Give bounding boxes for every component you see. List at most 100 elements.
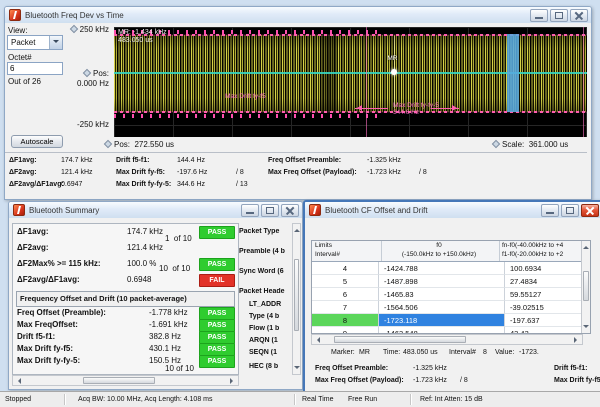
view-dropdown[interactable]: Packet xyxy=(7,35,63,50)
max-drift-annotation-2: Max Drift fy-fy-5 344.6 Hz xyxy=(393,101,439,117)
cell-fn-f0: 43.43 xyxy=(505,327,582,333)
readout-value: -1.723 kHz xyxy=(413,377,447,384)
axis-marker-icon[interactable] xyxy=(103,139,113,149)
freq-dev-graph[interactable]: MR: -1.434 kHz 483.050 us Max Drift fy-f… xyxy=(114,27,587,137)
freq-dev-titlebar[interactable]: Bluetooth Freq Dev vs Time xyxy=(5,7,591,24)
table-vertical-scrollbar[interactable] xyxy=(581,241,590,333)
readout-value: 144.4 Hz xyxy=(177,157,206,164)
minimize-button[interactable] xyxy=(241,204,259,217)
close-button[interactable] xyxy=(281,204,299,217)
metric-value: -1.778 kHz xyxy=(149,308,188,317)
scrollbar-thumb[interactable] xyxy=(294,259,299,331)
cell-interval: 9 xyxy=(312,327,379,333)
scroll-left-arrow-icon xyxy=(15,378,21,384)
readout-value: 344.6 Hz xyxy=(177,181,206,188)
readout-extra: / 8 xyxy=(460,377,468,384)
x-scale-readout: Scale: 361.000 us xyxy=(491,139,568,149)
autoscale-button[interactable]: Autoscale xyxy=(11,135,63,148)
metric-label: ΔF1avg: xyxy=(17,227,49,236)
axis-marker-icon[interactable] xyxy=(491,139,501,149)
horizontal-scrollbar[interactable] xyxy=(12,375,239,386)
scrollbar-thumb[interactable] xyxy=(83,377,155,384)
table-row[interactable]: 4 -1424.788 100.6934 xyxy=(312,262,582,275)
octet-label: Octet# xyxy=(8,53,32,62)
table-row[interactable]: 9 -1463.548 43.43 xyxy=(312,327,582,333)
close-button[interactable] xyxy=(570,9,588,22)
window-title: Bluetooth CF Offset and Drift xyxy=(325,205,428,215)
list-item-sync-word[interactable]: Sync Word (6 xyxy=(239,268,291,275)
table-row[interactable]: 5 -1487.898 27.4834 xyxy=(312,275,582,288)
list-item-preamble[interactable]: Preamble (4 b xyxy=(239,248,291,255)
readout-label: ΔF2avg: xyxy=(9,169,37,176)
y-axis-pos-value: 0.000 Hz xyxy=(76,79,109,88)
cell-fn-f0: 59.55127 xyxy=(505,288,582,301)
table-row[interactable]: 6 -1465.83 59.55127 xyxy=(312,288,582,301)
header-interval: Limits xyxy=(315,242,332,249)
readout-value: -1.325 kHz xyxy=(367,157,401,164)
metric-label: ΔF2Max% >= 115 kHz: xyxy=(17,259,101,268)
cell-f0: -1463.548 xyxy=(379,327,505,333)
table-header: Limits Interval# f0 (-150.0kHz to +150.0… xyxy=(312,241,590,262)
header-f0: f0 xyxy=(436,242,442,249)
table-horizontal-scrollbar[interactable] xyxy=(311,334,583,345)
list-item-packet-type[interactable]: Packet Type xyxy=(239,228,291,235)
marker-boundary-line xyxy=(366,27,368,137)
axis-marker-icon[interactable] xyxy=(69,24,78,34)
metric-value: 174.7 kHz xyxy=(127,227,164,236)
metric-count: 10 of 10 xyxy=(159,264,191,273)
maximize-button[interactable] xyxy=(550,9,568,22)
maximize-button[interactable] xyxy=(561,204,579,217)
pass-badge: PASS xyxy=(199,355,235,368)
status-bar: Stopped Acq BW: 10.00 MHz, Acq Length: 4… xyxy=(0,391,600,407)
axis-marker-icon[interactable] xyxy=(82,68,92,78)
marker-value: MR xyxy=(359,349,370,356)
table-row[interactable]: 7 -1564.506 -39.02515 xyxy=(312,301,582,314)
scroll-left-arrow-icon xyxy=(314,337,320,343)
metric-label: Max FreqOffset: xyxy=(17,320,78,329)
metric-label: Freq Offset (Preamble): xyxy=(17,308,106,317)
scrollbar-thumb[interactable] xyxy=(334,336,466,343)
scrollbar-thumb[interactable] xyxy=(583,271,589,301)
marker-MR-dot[interactable] xyxy=(391,68,398,75)
metric-label: ΔF2avg: xyxy=(17,243,49,252)
readout-value: -1.325 kHz xyxy=(413,365,447,372)
metric-label: Max Drift fy-f5: xyxy=(17,344,74,353)
readout-label: Max Drift fy-fy-5: xyxy=(116,181,172,188)
readout-value: 121.4 kHz xyxy=(61,169,93,176)
minimize-button[interactable] xyxy=(530,9,548,22)
list-item-packet-header[interactable]: Packet Heade xyxy=(239,288,291,295)
table-row-selected[interactable]: 8 -1723.118 -197.637 xyxy=(312,314,582,327)
cf-offset-table: Limits Interval# f0 (-150.0kHz to +150.0… xyxy=(311,240,591,334)
cf-titlebar[interactable]: Bluetooth CF Offset and Drift xyxy=(305,202,600,219)
readout-extra: / 8 xyxy=(236,169,244,176)
cell-f0: -1465.83 xyxy=(379,288,505,301)
y-axis-top-label: 250 kHz xyxy=(53,24,109,34)
annotation-arrow-icon xyxy=(430,104,460,111)
y-axis-pos-label: Pos: xyxy=(53,68,109,78)
section-header: Frequency Offset and Drift (10 packet-av… xyxy=(16,291,235,307)
metric-value: 100.0 % xyxy=(127,259,157,268)
cell-f0: -1723.118 xyxy=(379,314,505,327)
readout-label-clipped: Drift f5-f1: xyxy=(554,365,588,372)
vertical-scrollbar[interactable] xyxy=(292,223,301,375)
summary-titlebar[interactable]: Bluetooth Summary xyxy=(9,202,302,219)
scroll-up-arrow-icon xyxy=(294,226,300,232)
readout-label: Max Drift fy-f5: xyxy=(116,169,166,176)
window-title: Bluetooth Summary xyxy=(29,205,100,215)
view-label: View: xyxy=(8,26,28,35)
readout-label: Freq Offset Preamble: xyxy=(315,365,389,372)
value-label: Value: xyxy=(495,349,515,356)
bluetooth-app-icon xyxy=(9,9,21,21)
x-pos-readout: Pos: 272.550 us xyxy=(103,139,174,149)
close-button[interactable] xyxy=(581,204,599,217)
readout-label: Freq Offset Preamble: xyxy=(268,157,342,164)
max-drift-annotation: Max Drift fy-f5 xyxy=(225,93,266,100)
bluetooth-app-icon xyxy=(309,204,321,216)
view-dropdown-value: Packet xyxy=(11,38,36,47)
readout-extra: / 8 xyxy=(419,169,427,176)
minimize-button[interactable] xyxy=(541,204,559,217)
scroll-down-arrow-icon xyxy=(294,366,300,372)
selected-octet-band[interactable] xyxy=(506,34,519,113)
readout-label: Max Freq Offset (Payload): xyxy=(268,169,357,176)
maximize-button[interactable] xyxy=(261,204,279,217)
